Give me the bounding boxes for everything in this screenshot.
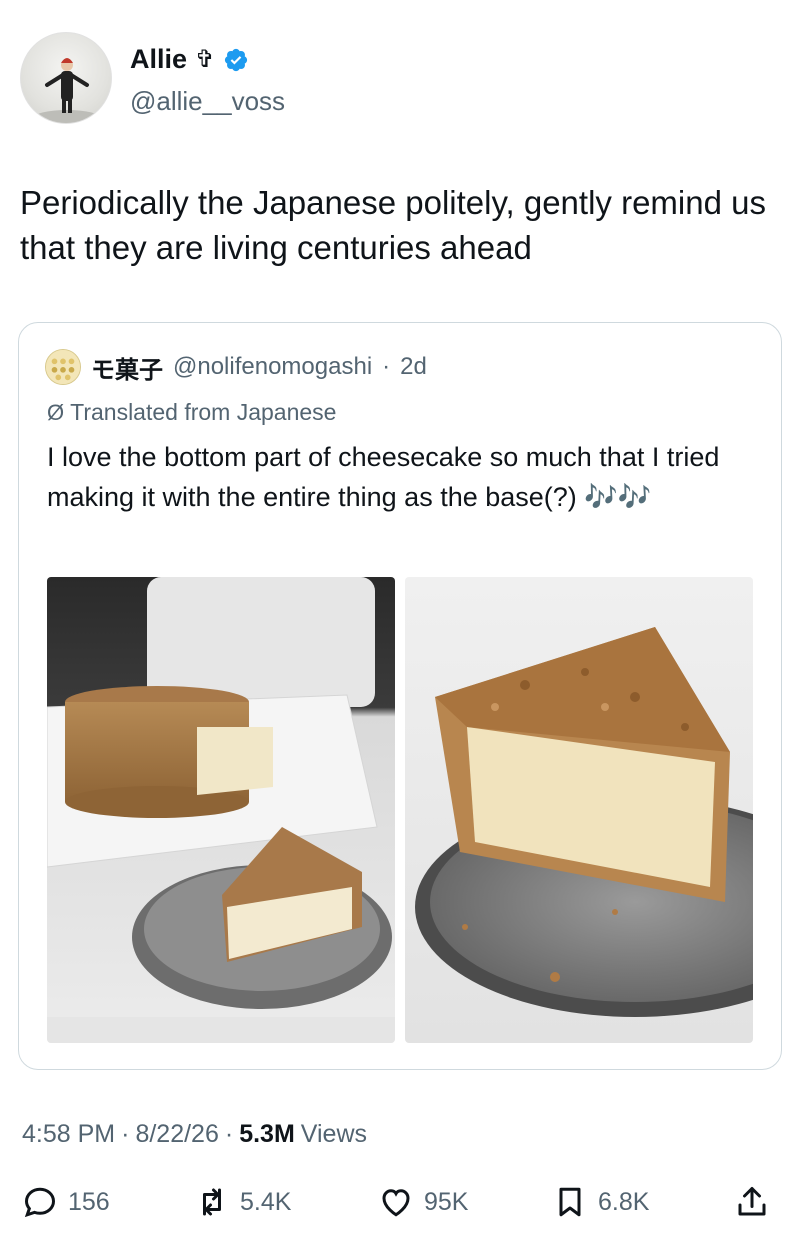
bookmark-button[interactable]: 6.8K (552, 1184, 649, 1220)
share-button[interactable] (734, 1184, 770, 1220)
views-count: 5.3M (239, 1120, 295, 1148)
quoted-tweet-photos (47, 577, 753, 1043)
cross-symbol: ✞ (195, 45, 216, 73)
tweet-text: Periodically the Japanese politely, gent… (20, 184, 766, 266)
share-icon (734, 1184, 770, 1220)
like-count: 95K (424, 1187, 469, 1216)
quoted-tweet-time[interactable]: 2d (400, 353, 427, 381)
quoted-tweet-header: モ菓子 @nolifenomogashi · 2d (45, 349, 427, 385)
quoted-author-name[interactable]: モ菓子 (91, 350, 163, 385)
reply-button[interactable]: 156 (22, 1184, 110, 1220)
action-bar: 156 5.4K 95K 6.8K (22, 1184, 782, 1228)
translated-notice: Ø Translated from Japanese (47, 399, 336, 426)
tweet-date[interactable]: 8/22/26 (135, 1120, 218, 1149)
heart-icon (378, 1184, 414, 1220)
author-name-row: Allie ✞ (130, 44, 249, 75)
repost-icon (194, 1184, 230, 1220)
translate-icon: Ø (47, 399, 65, 425)
verified-badge-icon[interactable] (223, 47, 249, 73)
quoted-author-handle[interactable]: @nolifenomogashi (173, 353, 372, 381)
tweet-header: Allie ✞ @allie__voss (20, 32, 780, 132)
translated-label: Translated from Japanese (70, 399, 337, 425)
separator-dot: · (382, 353, 391, 380)
cheesecake-whole-photo[interactable] (47, 577, 395, 1043)
separator-dot: · (224, 1120, 234, 1148)
repost-count: 5.4K (240, 1187, 292, 1216)
tweet-time[interactable]: 4:58 PM (22, 1120, 115, 1149)
reply-icon (22, 1184, 58, 1220)
bookmark-count: 6.8K (598, 1187, 650, 1216)
views-label: Views (300, 1120, 368, 1148)
cheesecake-slice-photo[interactable] (405, 577, 753, 1043)
quoted-tweet-text: I love the bottom part of cheesecake so … (47, 442, 720, 512)
reply-count: 156 (68, 1187, 110, 1216)
quoted-author-avatar[interactable] (45, 349, 81, 385)
author-avatar[interactable] (20, 32, 112, 124)
tweet-meta: 4:58 PM · 8/22/26 · 5.3M Views (22, 1120, 367, 1149)
separator-dot: · (121, 1120, 130, 1148)
like-button[interactable]: 95K (378, 1184, 468, 1220)
author-display-name[interactable]: Allie (130, 44, 187, 75)
author-handle[interactable]: @allie__voss (130, 86, 285, 117)
repost-button[interactable]: 5.4K (194, 1184, 291, 1220)
quoted-tweet[interactable]: モ菓子 @nolifenomogashi · 2d Ø Translated f… (18, 322, 782, 1070)
bookmark-icon (552, 1184, 588, 1220)
